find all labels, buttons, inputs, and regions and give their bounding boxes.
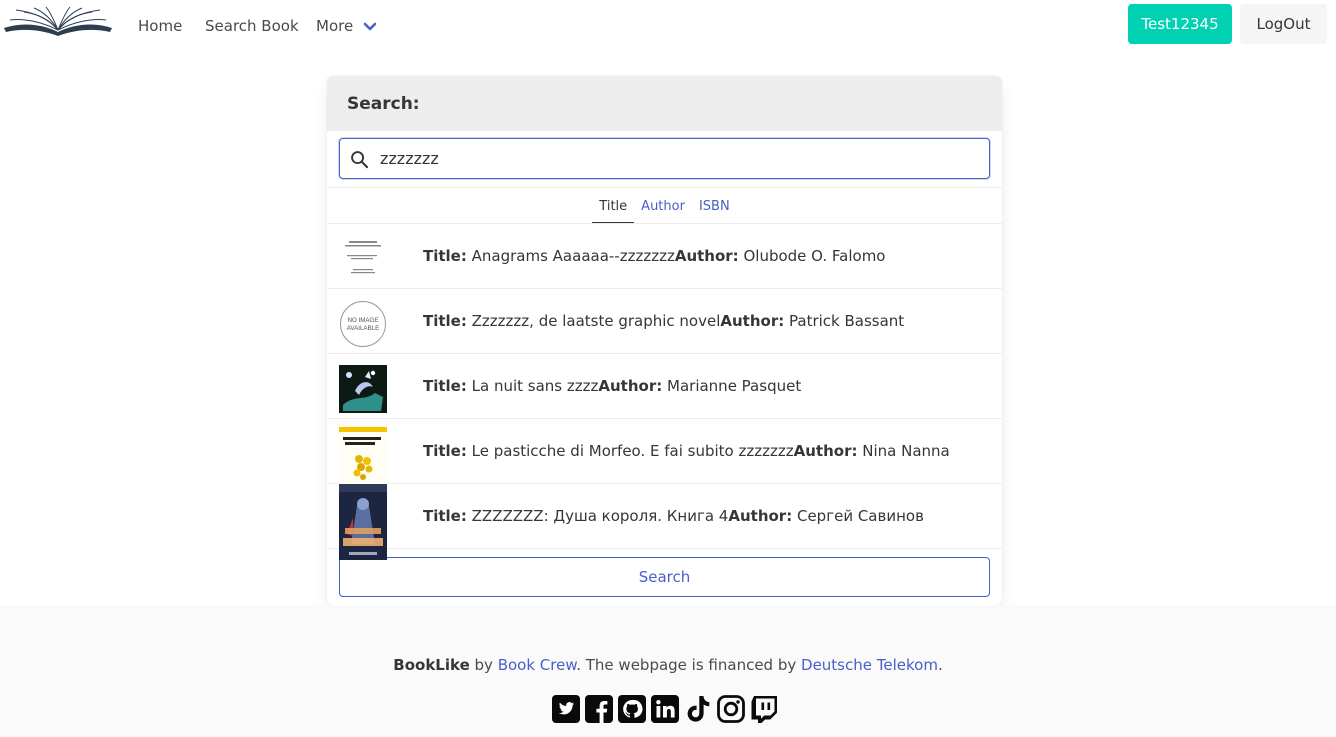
search-input[interactable] (380, 139, 980, 178)
result-author: Сергей Савинов (796, 507, 924, 525)
footer-text: BookLike by Book Crew. The webpage is fi… (393, 656, 943, 674)
tab-title[interactable]: Title (592, 199, 635, 223)
result-title: Le pasticche di Morfeo. E fai subito zzz… (471, 442, 794, 460)
tiktok-icon[interactable] (683, 694, 713, 724)
search-box (339, 138, 990, 179)
result-item[interactable]: Title: Anagrams Aaaaaa--zzzzzzzAuthor: O… (327, 224, 1002, 289)
search-button[interactable]: Search (339, 557, 990, 597)
nav-more-dropdown[interactable]: More (316, 0, 377, 52)
logout-button[interactable]: LogOut (1240, 4, 1327, 44)
result-text: Title: Le pasticche di Morfeo. E fai sub… (423, 442, 950, 460)
footer-sponsor-link[interactable]: Deutsche Telekom (801, 656, 938, 674)
search-panel: Search: Title Author ISBN (327, 76, 1002, 605)
user-account-button[interactable]: Test12345 (1128, 4, 1232, 44)
result-author: Marianne Pasquet (667, 377, 802, 395)
result-author: Nina Nanna (862, 442, 950, 460)
twitch-icon[interactable] (749, 694, 779, 724)
search-block (327, 131, 1002, 188)
footer: BookLike by Book Crew. The webpage is fi… (0, 605, 1336, 737)
svg-text:AVAILABLE: AVAILABLE (347, 325, 379, 332)
book-cover-thumbnail (339, 484, 387, 560)
github-icon[interactable] (617, 694, 647, 724)
book-cover-thumbnail (339, 235, 387, 283)
navbar: Home Search Book More Test12345 LogOut (0, 0, 1336, 52)
result-item[interactable]: Title: Le pasticche di Morfeo. E fai sub… (327, 419, 1002, 489)
result-text: Title: La nuit sans zzzzAuthor: Marianne… (423, 377, 802, 395)
panel-heading: Search: (327, 76, 1002, 131)
nav-home-link[interactable]: Home (138, 0, 182, 52)
result-item[interactable]: Title: La nuit sans zzzzAuthor: Marianne… (327, 354, 1002, 419)
result-item[interactable]: NO IMAGE AVAILABLE Title: Zzzzzzz, de la… (327, 289, 1002, 354)
result-title: ZZZZZZZ: Душа короля. Книга 4 (471, 507, 729, 525)
open-book-logo-icon[interactable] (2, 6, 114, 36)
instagram-icon[interactable] (716, 694, 746, 724)
result-title: Zzzzzzz, de laatste graphic novel (471, 312, 721, 330)
linkedin-icon[interactable] (650, 694, 680, 724)
search-icon (351, 151, 369, 169)
tab-author[interactable]: Author (634, 199, 692, 223)
footer-crew-link[interactable]: Book Crew (498, 656, 577, 674)
search-button-block: Search (327, 549, 1002, 605)
result-item[interactable]: Title: ZZZZZZZ: Душа короля. Книга 4Auth… (327, 484, 1002, 560)
result-text: Title: Anagrams Aaaaaa--zzzzzzzAuthor: O… (423, 247, 886, 265)
book-cover-thumbnail (339, 423, 387, 489)
twitter-icon[interactable] (551, 694, 581, 724)
result-text: Title: ZZZZZZZ: Душа короля. Книга 4Auth… (423, 507, 924, 525)
svg-text:NO IMAGE: NO IMAGE (348, 317, 379, 324)
social-links (551, 694, 779, 724)
book-cover-thumbnail (339, 365, 387, 413)
nav-more-label: More (316, 17, 354, 35)
result-author: Patrick Bassant (789, 312, 905, 330)
chevron-down-icon (363, 22, 377, 30)
result-title: La nuit sans zzzz (471, 377, 599, 395)
result-title: Anagrams Aaaaaa--zzzzzzz (471, 247, 675, 265)
nav-search-book-link[interactable]: Search Book (205, 0, 299, 52)
footer-brand: BookLike (393, 656, 470, 674)
tab-isbn[interactable]: ISBN (692, 199, 737, 223)
result-text: Title: Zzzzzzz, de laatste graphic novel… (423, 312, 905, 330)
result-author: Olubode O. Falomo (743, 247, 886, 265)
no-image-placeholder: NO IMAGE AVAILABLE (340, 301, 386, 347)
search-type-tabs: Title Author ISBN (327, 188, 1002, 224)
facebook-icon[interactable] (584, 694, 614, 724)
results-list: Title: Anagrams Aaaaaa--zzzzzzzAuthor: O… (327, 224, 1002, 560)
